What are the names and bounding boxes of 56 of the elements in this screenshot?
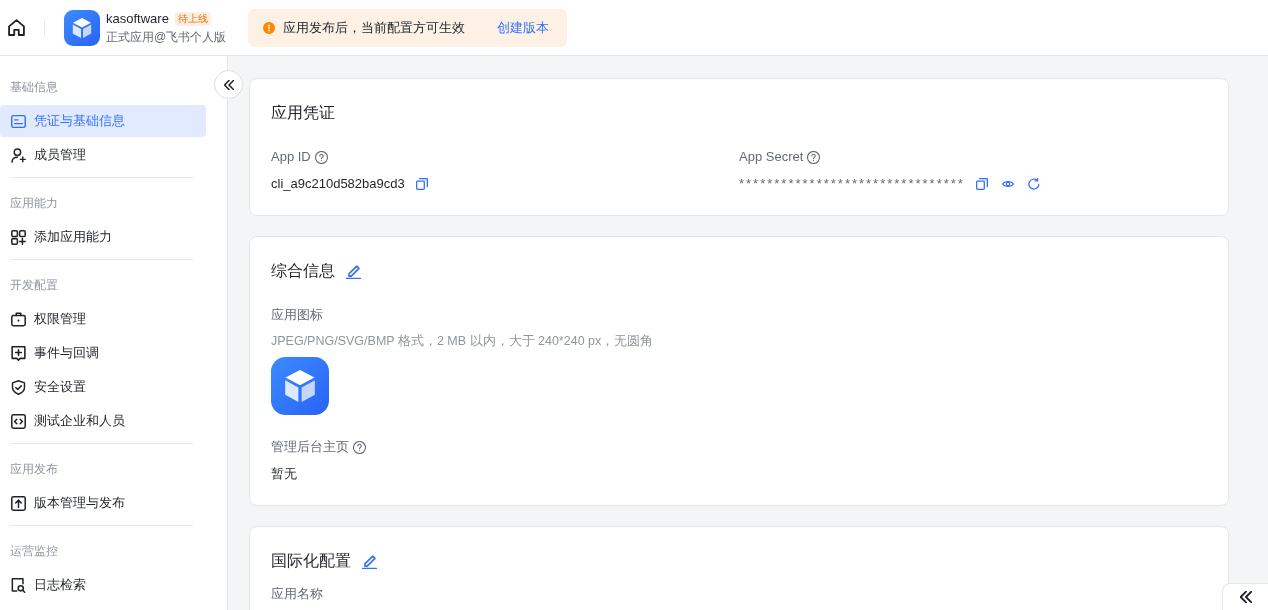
edit-icon[interactable]	[362, 553, 377, 569]
field-label: App ID	[271, 148, 311, 166]
refresh-icon[interactable]	[1027, 178, 1040, 190]
field-hint: JPEG/PNG/SVG/BMP 格式，2 MB 以内，大于 240*240 px，无圆角	[271, 333, 654, 350]
field-label: 应用图标	[271, 306, 323, 324]
eye-icon[interactable]	[1001, 178, 1014, 190]
status-badge: 待上线	[174, 11, 211, 26]
shield-check-icon	[11, 379, 26, 395]
grid-plus-icon	[11, 229, 26, 245]
field-value: ********************************	[739, 175, 965, 193]
help-icon[interactable]	[353, 440, 366, 454]
help-icon[interactable]	[314, 150, 328, 164]
card-title: 综合信息	[271, 261, 335, 281]
card-title: 应用凭证	[271, 103, 335, 123]
home-icon	[8, 19, 25, 36]
field-value: 暂无	[271, 465, 297, 483]
copy-icon[interactable]	[975, 178, 988, 190]
sidebar-item[interactable]: 添加应用能力	[0, 221, 206, 253]
app-subtitle: 正式应用@飞书个人版	[106, 28, 227, 46]
upload-icon	[11, 495, 26, 511]
help-icon[interactable]	[807, 150, 821, 164]
sidebar-item[interactable]: 成员管理	[0, 139, 206, 171]
sidebar-item[interactable]: 安全设置	[0, 371, 206, 403]
sidebar-item[interactable]: 测试企业和人员	[0, 405, 206, 437]
cube-app-icon	[271, 357, 329, 415]
alert-icon	[263, 21, 276, 34]
card-title: 国际化配置	[271, 551, 351, 571]
edit-icon[interactable]	[346, 263, 361, 279]
app-name: kasoftware	[106, 9, 169, 28]
id-card-icon	[11, 113, 26, 129]
field-label: 应用名称	[271, 585, 323, 603]
copy-icon[interactable]	[415, 178, 428, 190]
sidebar-group-title: 应用发布	[9, 461, 59, 478]
collapse-panel-button[interactable]	[1222, 583, 1268, 610]
sidebar-group-title: 基础信息	[9, 79, 59, 96]
briefcase-icon	[11, 311, 26, 327]
sidebar-item[interactable]: 日志检索	[0, 569, 206, 601]
sidebar-item[interactable]: 凭证与基础信息	[0, 105, 206, 137]
document-search-icon	[11, 577, 26, 593]
field-label: 管理后台主页	[271, 438, 349, 456]
sidebar-item[interactable]: 权限管理	[0, 303, 206, 335]
sidebar-group-title: 开发配置	[9, 277, 59, 294]
double-chevron-left-icon	[1239, 590, 1252, 603]
field-value: cli_a9c210d582ba9cd3	[271, 175, 405, 193]
field-label: App Secret	[739, 148, 804, 166]
sidebar-item[interactable]: 事件与回调	[0, 337, 206, 369]
sidebar-group-title: 运营监控	[9, 543, 59, 560]
cube-logo-icon	[64, 9, 100, 46]
double-chevron-left-icon	[223, 79, 234, 90]
sidebar-group-title: 应用能力	[9, 195, 59, 212]
sidebar-item[interactable]: 版本管理与发布	[0, 487, 206, 519]
create-version-link[interactable]: 创建版本	[497, 18, 550, 37]
home-button[interactable]	[8, 19, 25, 36]
user-plus-icon	[11, 147, 26, 163]
notice-message: 应用发布后，当前配置方可生效	[283, 18, 466, 37]
code-icon	[11, 413, 26, 429]
